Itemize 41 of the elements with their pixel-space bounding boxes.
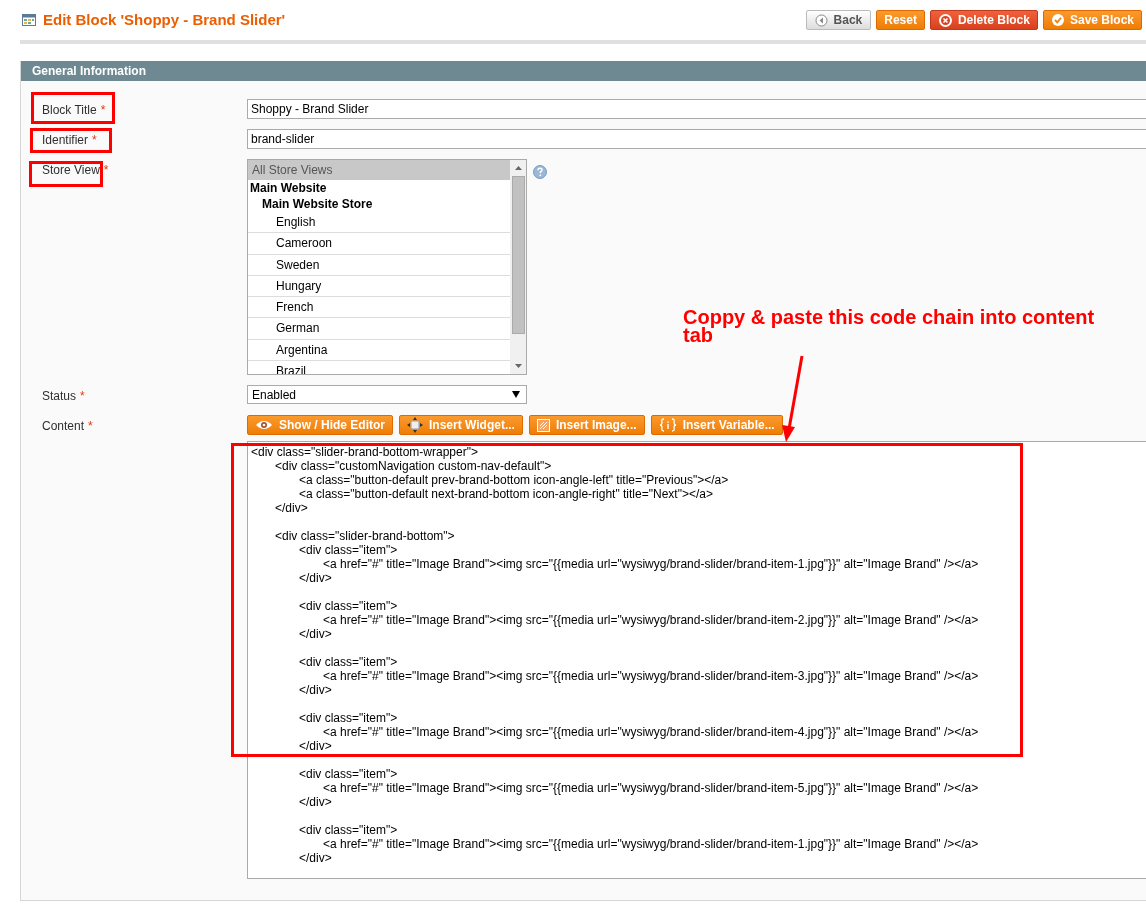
store-view-option[interactable]: German [248,318,510,340]
required-mark: * [103,163,109,177]
field-label: Status [42,389,77,403]
help-icon[interactable] [533,165,547,179]
store-view-option[interactable]: Cameroon [248,233,510,255]
store-view-option[interactable]: Argentina [248,339,510,362]
field-label: Store View [42,163,100,177]
store-view-option[interactable]: French [248,297,510,319]
braces-icon [658,418,677,432]
option-group-label: Main Website Store [261,196,374,212]
store-view-option[interactable]: Sweden [248,254,510,276]
field-label: Block Title [42,103,97,117]
store-view-option[interactable]: English [248,212,510,234]
code-editor-field[interactable]: <div class="slider-brand-bottom-wrapper"> <div class="customNavigation custom-nav-default"> <a class="button-default prev-brand-bottom icon-angle-left" title="Previous"></a> <a class="button-default next-brand-bottom icon-angle-right" title="Next"></a> </div> <div class="slider-brand-bottom"> <div class="item"> <a href="#" title="Image Brand"><img src="{{media url="wysiwyg/brand-slider/brand-item-1.jpg"}}" alt="Image Brand" /></a> </div> <div class="item"> <a href="#" title="Image Brand"><img src="{{media url="wysiwyg/brand-slider/brand-item-2.jpg"}}" alt="Image Brand" /></a> </div> <div class="item"> <a href="#" title="Image Brand"><img src="{{media url="wysiwyg/brand-slider/brand-item-3.jpg"}}" alt="Image Brand" /></a> </div> <div class="item"> <a href="#" title="Image Brand"><img src="{{media url="wysiwyg/brand-slider/brand-item-4.jpg"}}" alt="Image Brand" /></a> </div> <div class="item"> <a href="#" title="Image Brand"><img src="{{media url="wysiwyg/brand-slider/brand-item-5.jpg"}}" alt="Image Brand" /></a> </div> <div class="item"> <a href="#" title="Image Brand"><img src="{{media url="wysiwyg/brand-slider/brand-item-1.jpg"}}" alt="Image Brand" /></a> </div> [247,441,1146,879]
close-icon [937,12,953,28]
text-input-field[interactable]: Shoppy - Brand Slider [247,99,1146,119]
field-label: Identifier [42,133,89,147]
section-header: General Information [21,61,1146,81]
check-icon [1050,13,1065,27]
scrollbar-thumb[interactable] [511,176,525,334]
text-input-field[interactable]: brand-slider [247,129,1146,149]
image-icon [536,418,550,432]
required-mark: * [92,133,97,147]
required-mark: * [88,419,93,433]
option-group-label: Main Website [249,180,328,196]
eye-icon [255,419,273,431]
back-button[interactable]: Back [805,10,872,30]
grid-icon [22,14,36,26]
page-title: Edit Block 'Shoppy - Brand Slider' [43,9,286,30]
annotation-text: Coppy & paste this code chain into content tab [683,308,1096,344]
back-icon [814,13,828,27]
store-view-option[interactable]: All Store Views [248,160,510,180]
required-mark: * [100,103,106,117]
field-label: Content [42,419,85,433]
store-view-option[interactable]: Hungary [248,275,510,298]
scrollbar[interactable] [510,160,526,374]
required-mark: * [80,389,85,403]
dropdown-arrow-icon [512,391,520,398]
status-select[interactable]: Enabled [247,385,527,404]
delete-button[interactable]: Delete Block [929,10,1038,30]
widget-icon [407,417,423,433]
